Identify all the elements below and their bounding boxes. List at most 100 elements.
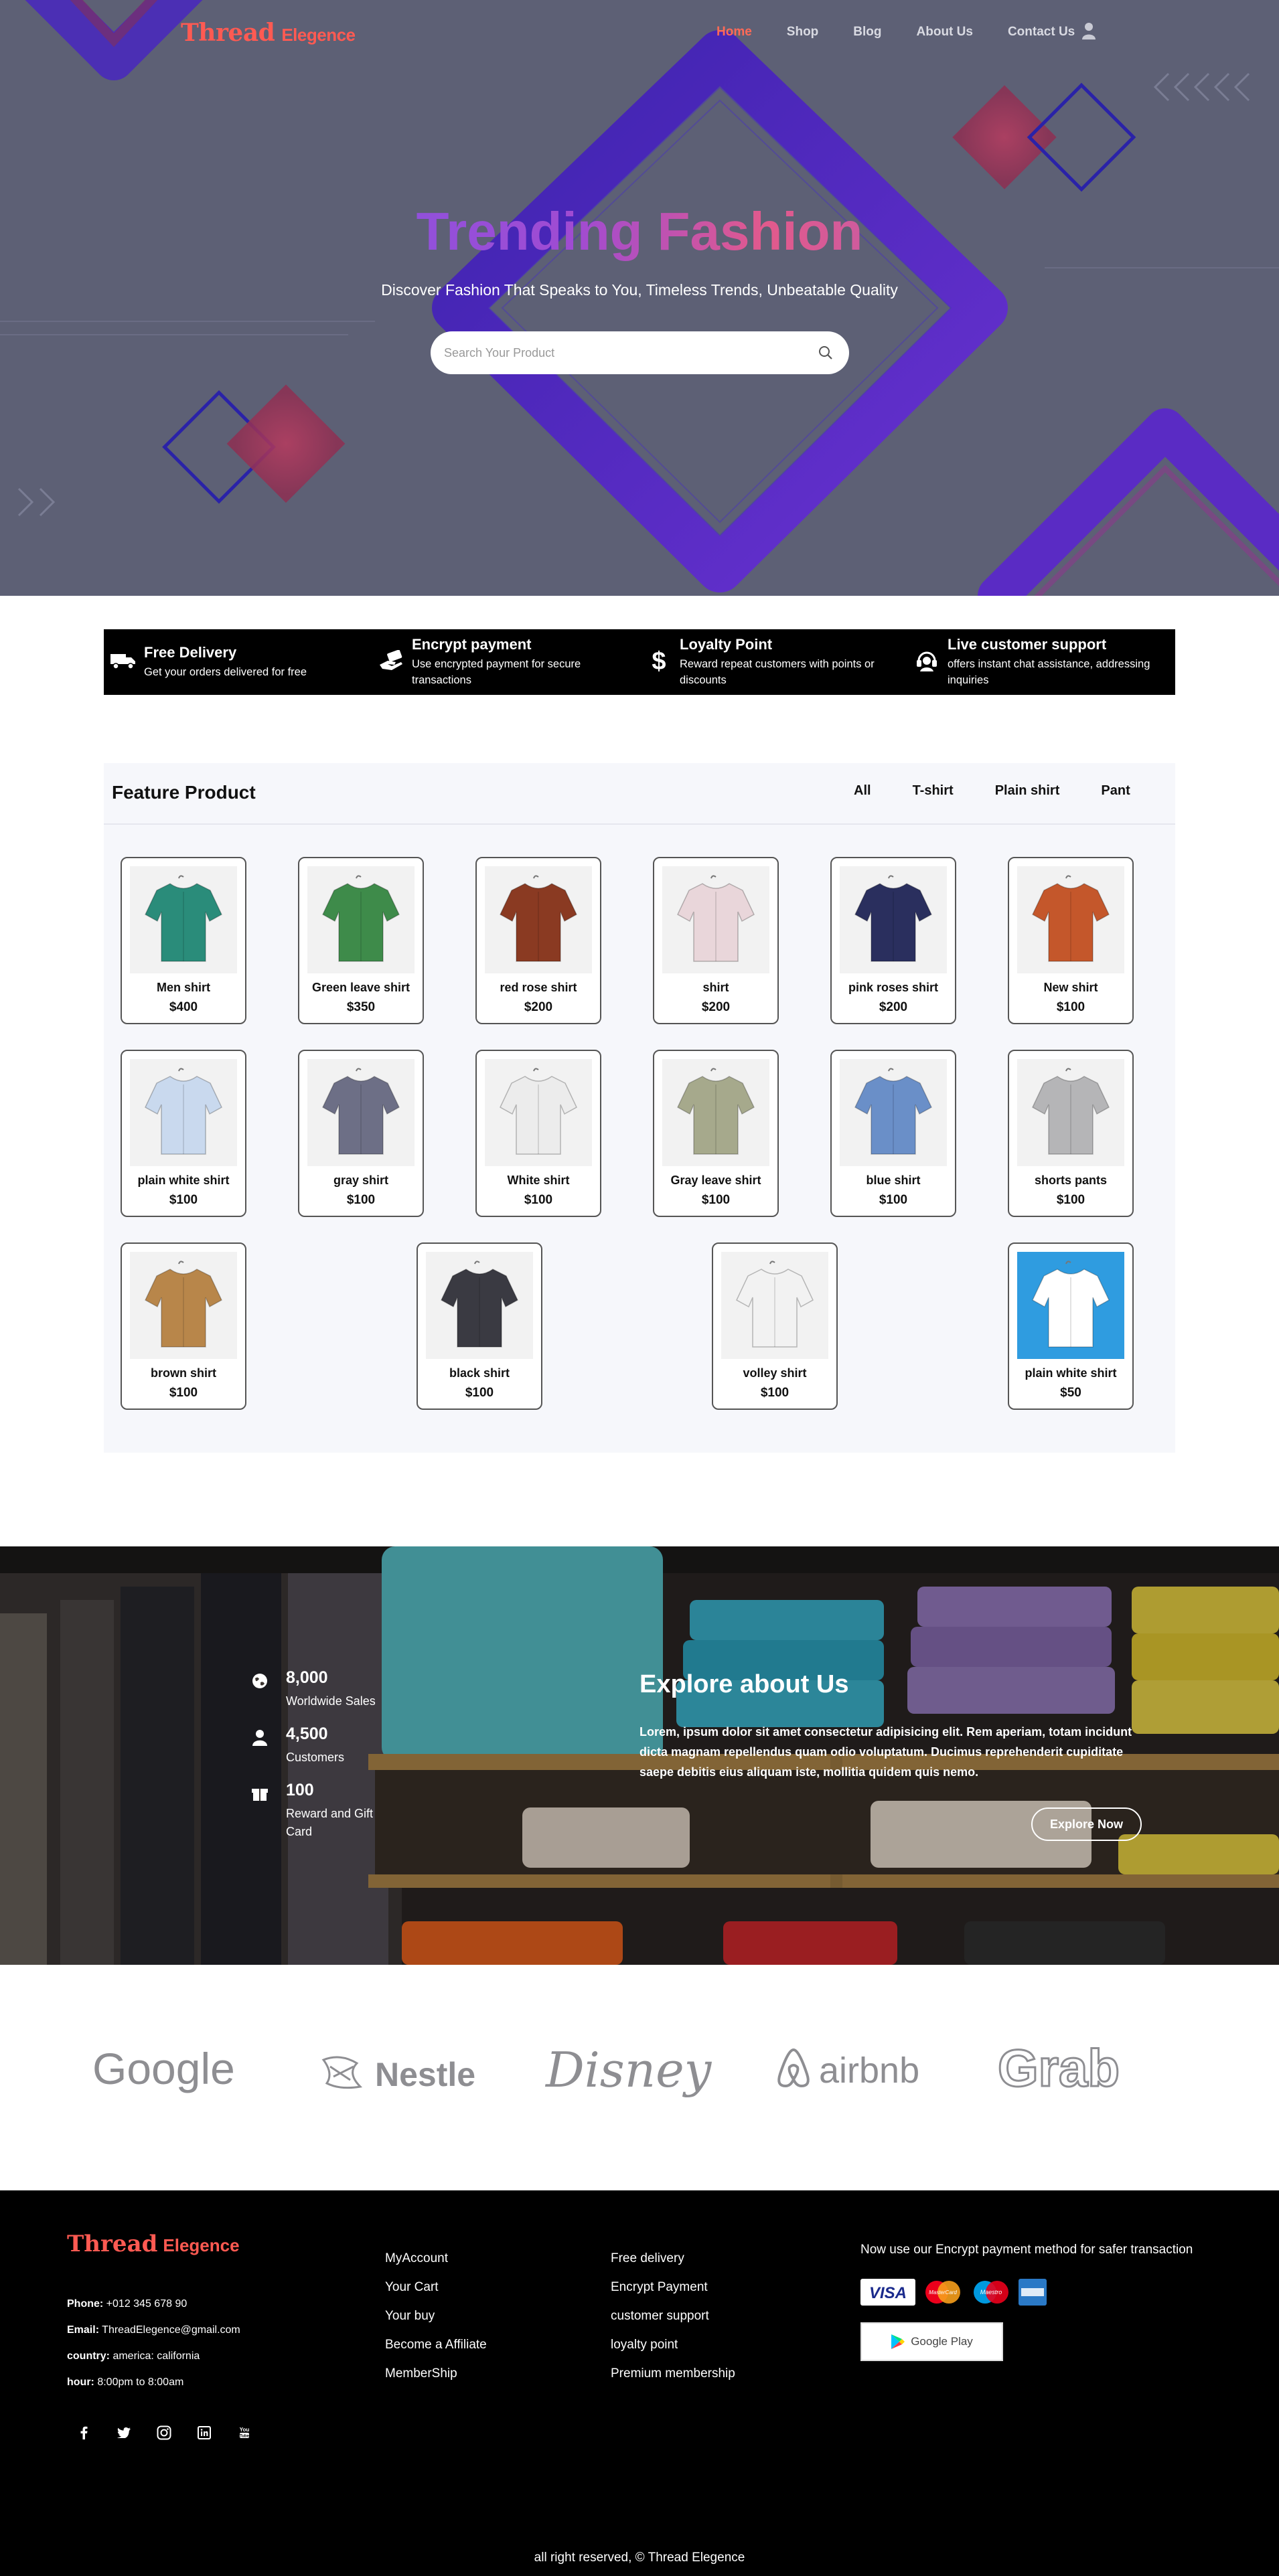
shirt-icon [854,1068,932,1155]
facebook-icon[interactable] [72,2421,95,2444]
filter-tshirt[interactable]: T-shirt [913,783,954,799]
product-image[interactable] [130,866,237,973]
product-name[interactable]: Men shirt [122,981,245,995]
page: Thread Elegence Home Shop Blog About Us C… [0,0,1279,2576]
product-card[interactable]: shirt $200 [653,857,779,1024]
product-card[interactable]: plain white shirt $100 [121,1050,246,1217]
nav-item-shop[interactable]: Shop [787,25,819,39]
user-icon[interactable] [1081,21,1096,44]
product-image[interactable] [840,866,947,973]
search-icon[interactable] [818,345,834,364]
nav-item-home[interactable]: Home [717,25,752,39]
footer-logo[interactable]: Thread Elegence [67,2231,240,2257]
product-name[interactable]: shirt [654,981,777,995]
nav-item-blog[interactable]: Blog [853,25,881,39]
instagram-icon[interactable] [153,2421,175,2444]
product-price: $200 [879,1000,908,1014]
product-image[interactable] [840,1059,947,1166]
product-card[interactable]: red rose shirt $200 [475,857,601,1024]
product-name[interactable]: blue shirt [832,1174,955,1188]
product-card[interactable]: shorts pants $100 [1008,1050,1134,1217]
product-name[interactable]: Green leave shirt [299,981,423,995]
product-card[interactable]: Gray leave shirt $100 [653,1050,779,1217]
filter-pant[interactable]: Pant [1101,783,1130,799]
product-card[interactable]: plain white shirt $50 [1008,1242,1134,1410]
product-image[interactable] [721,1252,828,1359]
footer-link[interactable]: Your Cart [385,2273,487,2302]
product-card[interactable]: gray shirt $100 [298,1050,424,1217]
footer-link[interactable]: MemberShip [385,2359,487,2388]
product-card[interactable]: New shirt $100 [1008,857,1134,1024]
product-name[interactable]: pink roses shirt [832,981,955,995]
feature-title: Encrypt payment [412,636,532,653]
product-card[interactable]: black shirt $100 [417,1242,542,1410]
footer-link[interactable]: MyAccount [385,2244,487,2273]
product-card[interactable]: pink roses shirt $200 [830,857,956,1024]
footer-link[interactable]: loyalty point [611,2330,735,2359]
product-name[interactable]: gray shirt [299,1174,423,1188]
product-image[interactable] [130,1059,237,1166]
gift-icon [252,1789,268,1801]
brand-disney: Disney [546,2042,712,2098]
product-card[interactable]: Green leave shirt $350 [298,857,424,1024]
footer-link[interactable]: Your buy [385,2302,487,2330]
product-card[interactable]: Men shirt $400 [121,857,246,1024]
product-image[interactable] [130,1252,237,1359]
brand-airbnb-text: airbnb [819,2050,920,2091]
feature-text: Use encrypted payment for secure transac… [412,658,581,686]
product-card[interactable]: White shirt $100 [475,1050,601,1217]
product-price: $100 [879,1193,908,1207]
explore-now-button[interactable]: Explore Now [1031,1807,1142,1841]
product-name[interactable]: plain white shirt [122,1174,245,1188]
product-name[interactable]: brown shirt [122,1366,245,1380]
product-image[interactable] [662,1059,769,1166]
product-image[interactable] [662,866,769,973]
hour-value: 8:00pm to 8:00am [97,2377,184,2388]
footer-link[interactable]: Premium membership [611,2359,735,2388]
search-input[interactable] [444,341,792,365]
product-image[interactable] [1017,1252,1124,1359]
twitter-icon[interactable] [112,2421,135,2444]
product-image[interactable] [426,1252,533,1359]
product-name[interactable]: plain white shirt [1009,1366,1132,1380]
footer-link[interactable]: Free delivery [611,2244,735,2273]
product-name[interactable]: volley shirt [713,1366,836,1380]
product-image[interactable] [307,1059,415,1166]
email-label: Email: [67,2324,100,2336]
product-image[interactable] [1017,1059,1124,1166]
product-card[interactable]: brown shirt $100 [121,1242,246,1410]
logo[interactable]: Thread Elegence [181,19,356,47]
payment-text: Now use our Encrypt payment method for s… [860,2243,1193,2257]
product-name[interactable]: Gray leave shirt [654,1174,777,1188]
footer-link[interactable]: customer support [611,2302,735,2330]
maestro-icon: Maestro [974,2281,1008,2304]
footer-link[interactable]: Encrypt Payment [611,2273,735,2302]
email-value: ThreadElegence@gmail.com [102,2324,240,2336]
filter-plain-shirt[interactable]: Plain shirt [995,783,1060,799]
amex-icon [1019,2279,1047,2306]
stat-label: Worldwide Sales [286,1694,376,1708]
filter-all[interactable]: All [854,783,871,799]
product-name[interactable]: shorts pants [1009,1174,1132,1188]
logo-sub: Elegence [281,25,356,45]
product-name[interactable]: New shirt [1009,981,1132,995]
nav-item-contact[interactable]: Contact Us [1008,25,1075,39]
product-image[interactable] [485,866,592,973]
product-image[interactable] [1017,866,1124,973]
product-name[interactable]: red rose shirt [477,981,600,995]
product-image[interactable] [307,866,415,973]
product-image[interactable] [485,1059,592,1166]
hero-section: Thread Elegence Home Shop Blog About Us C… [0,0,1279,596]
product-name[interactable]: White shirt [477,1174,600,1188]
product-price: $100 [1056,1193,1085,1207]
linkedin-icon[interactable] [193,2421,216,2444]
product-name[interactable]: black shirt [418,1366,541,1380]
youtube-icon[interactable]: You Tube [233,2421,256,2444]
product-card[interactable]: blue shirt $100 [830,1050,956,1217]
google-play-button[interactable]: Google Play [860,2322,1003,2361]
footer-link[interactable]: Become a Affiliate [385,2330,487,2359]
phone-value: +012 345 678 90 [106,2298,187,2310]
brand-grab: Grab [996,2038,1120,2099]
nav-item-about[interactable]: About Us [917,25,973,39]
product-card[interactable]: volley shirt $100 [712,1242,838,1410]
